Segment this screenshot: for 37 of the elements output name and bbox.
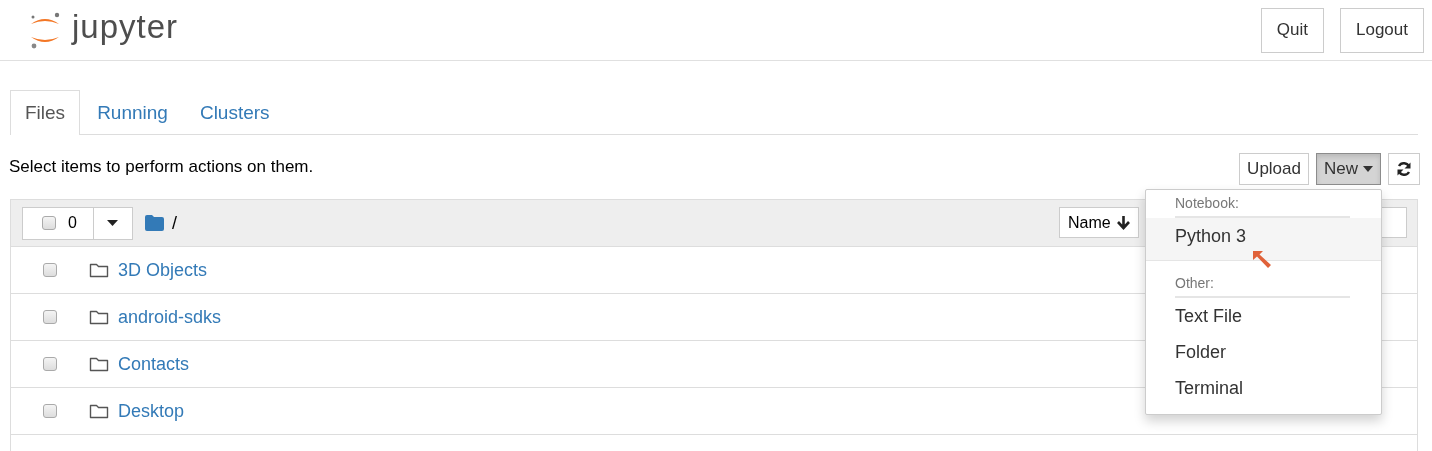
folder-icon (89, 262, 109, 278)
cursor-icon (1252, 250, 1272, 268)
folder-link[interactable]: 3D Objects (118, 259, 208, 281)
tab[interactable]: Clusters (184, 90, 285, 134)
row-checkbox[interactable] (43, 310, 57, 324)
selected-count: 0 (68, 214, 77, 232)
sort-button[interactable]: Name (1059, 207, 1139, 238)
menu-item[interactable]: Text File (1146, 298, 1381, 334)
path-link[interactable]: / (171, 212, 177, 234)
header-button[interactable]: Logout (1340, 7, 1424, 53)
refresh-icon (1396, 161, 1412, 177)
caret-icon (107, 220, 119, 226)
menu-item[interactable]: Folder (1146, 334, 1381, 370)
folder-icon (89, 403, 109, 419)
refresh-button[interactable] (1388, 153, 1420, 185)
logo-text: jupyter (72, 8, 179, 46)
folder-icon (89, 356, 109, 372)
select-all-checkbox[interactable] (42, 216, 56, 230)
menu-item[interactable]: Terminal (1146, 370, 1381, 406)
menu-header: Other: (1175, 275, 1350, 298)
hint-text: Select items to perform actions on them. (9, 157, 314, 177)
tab[interactable]: Files (10, 90, 81, 135)
upload-button[interactable]: Upload (1239, 153, 1309, 185)
arrow-down-icon (1116, 215, 1130, 230)
row-checkbox[interactable] (43, 404, 57, 418)
menu-item[interactable]: Python 3 (1146, 218, 1381, 260)
folder-link[interactable]: Contacts (118, 353, 190, 375)
folder-link[interactable]: Desktop (118, 400, 185, 422)
row-checkbox[interactable] (43, 263, 57, 277)
row-checkbox[interactable] (43, 357, 57, 371)
folder-icon (89, 309, 109, 325)
folder-icon (144, 215, 164, 231)
folder-link[interactable]: android-sdks (118, 306, 222, 328)
tab[interactable]: Running (82, 90, 183, 134)
new-button[interactable]: New (1316, 153, 1381, 185)
header-button[interactable]: Quit (1260, 7, 1324, 53)
caret-icon (1363, 166, 1373, 172)
